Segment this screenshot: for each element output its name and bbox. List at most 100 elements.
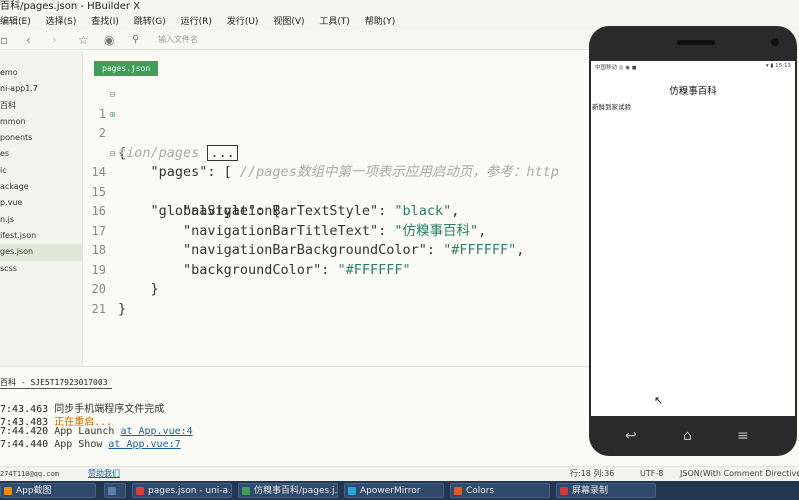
sidebar-item[interactable]: es xyxy=(0,146,82,162)
taskbar-item[interactable]: 屏幕录制 xyxy=(556,483,656,498)
menu-help[interactable]: 帮助(Y) xyxy=(365,14,396,30)
taskbar-item[interactable] xyxy=(104,483,126,498)
taskbar-item-label: ApowerMirror xyxy=(360,486,421,496)
menu-run[interactable]: 运行(R) xyxy=(181,14,212,30)
app-icon xyxy=(108,487,116,495)
run-icon[interactable]: ◉ xyxy=(104,32,114,48)
encoding-label[interactable]: UTF-8 xyxy=(640,467,663,481)
phone-nav-title: 仿糗事百科 xyxy=(669,86,717,97)
star-icon[interactable]: ☆ xyxy=(78,32,89,48)
app-icon xyxy=(348,487,356,495)
phone-menu-icon[interactable]: ≡ xyxy=(737,428,749,444)
phone-camera xyxy=(771,38,779,46)
sidebar-toggle-icon[interactable]: ▫ xyxy=(0,32,8,48)
menu-publish[interactable]: 发行(U) xyxy=(227,14,259,30)
taskbar-item[interactable]: ApowerMirror xyxy=(344,483,444,498)
project-sidebar: emo ni-app1.7 百科 mmon ponents es ic acka… xyxy=(0,51,83,366)
console-title-underline xyxy=(0,388,112,389)
code-editor[interactable]: pages.json 1 ⊟ { 2 ⊞ "pages": [ //pages数… xyxy=(84,51,594,366)
taskbar-item[interactable]: 仿糗事百科/pages.j... xyxy=(238,483,338,498)
sidebar-item[interactable]: ni-app1.7 xyxy=(0,81,82,97)
account-label[interactable]: 274T110@qq.com xyxy=(0,467,59,481)
editor-tab[interactable]: pages.json xyxy=(94,61,159,76)
phone-status-left: 中国移动 ◎ ◉ ◼ xyxy=(595,65,637,71)
phone-page-text: 新鲜到家试验 xyxy=(592,103,631,111)
window-title-bar: 百科/pages.json - HBuilder X xyxy=(0,0,799,14)
console-title[interactable]: 百科 - SJE5T17923017003 xyxy=(0,377,108,388)
fold-collapse-icon[interactable]: ⊟ xyxy=(110,85,115,105)
console-time: 7:44.420 xyxy=(0,426,49,437)
app-icon xyxy=(136,487,144,495)
mouse-cursor-icon: ↖ xyxy=(654,394,664,407)
console-line: 7:44.420 App Launch at App.vue:4 xyxy=(0,426,193,437)
phone-status-right: ▾ ▮ 15:13 xyxy=(765,63,791,69)
console-source-link[interactable]: at App.vue:7 xyxy=(108,439,180,450)
fold-expand-icon[interactable]: ⊞ xyxy=(110,105,115,125)
search-icon: ⚲ xyxy=(132,34,140,45)
sidebar-item[interactable]: scss xyxy=(0,261,82,277)
phone-speaker xyxy=(677,40,715,45)
console-panel: 百科 - SJE5T17923017003 7:43.463 同步手机端程序文件… xyxy=(0,366,594,466)
phone-back-icon[interactable]: ↩ xyxy=(625,428,637,444)
forward-icon[interactable]: › xyxy=(52,32,57,48)
code-line: 18 "backgroundColor": "#FFFFFF" xyxy=(84,222,594,278)
taskbar-item-label: Colors xyxy=(466,486,495,496)
sidebar-item[interactable]: ponents xyxy=(0,130,82,146)
status-bar: 274T110@qq.com 赞助我们 行:18 列:36 UTF-8 JSON… xyxy=(0,466,799,481)
sidebar-item[interactable]: emo xyxy=(0,65,82,81)
sidebar-item[interactable]: ic xyxy=(0,163,82,179)
menu-goto[interactable]: 跳转(G) xyxy=(134,14,166,30)
os-taskbar: App截图 pages.json - uni-a... 仿糗事百科/pages.… xyxy=(0,481,799,500)
menu-tools[interactable]: 工具(T) xyxy=(319,14,350,30)
phone-status-bar: 中国移动 ◎ ◉ ◼ ▾ ▮ 15:13 xyxy=(591,61,795,71)
console-source-link[interactable]: at App.vue:4 xyxy=(120,426,192,437)
console-message: App Launch xyxy=(54,426,121,437)
menu-view[interactable]: 视图(V) xyxy=(273,14,304,30)
window-title: 百科/pages.json - HBuilder X xyxy=(0,1,141,12)
back-icon[interactable]: ‹ xyxy=(26,32,31,48)
app-icon xyxy=(454,487,462,495)
syntax-mode-label[interactable]: JSON(With Comment Directive) xyxy=(680,467,799,481)
taskbar-item-label: 屏幕录制 xyxy=(572,486,609,496)
menu-find[interactable]: 查找(I) xyxy=(91,14,119,30)
screen-root: 百科/pages.json - HBuilder X 编辑(E) 选择(S) 查… xyxy=(0,0,799,500)
app-icon xyxy=(560,487,568,495)
console-message: App Show xyxy=(54,439,109,450)
sponsor-link[interactable]: 赞助我们 xyxy=(88,467,120,481)
code-line: 14 ⊟ "globalStyle": { xyxy=(84,144,594,220)
phone-home-icon[interactable]: ⌂ xyxy=(683,428,692,444)
taskbar-item-label: pages.json - uni-a... xyxy=(148,486,232,496)
app-icon xyxy=(242,487,250,495)
fold-collapse-icon[interactable]: ⊟ xyxy=(110,144,115,164)
taskbar-item-label: App截图 xyxy=(16,486,52,496)
code-line: tion/pages ... xyxy=(84,124,594,161)
phone-screen[interactable]: 中国移动 ◎ ◉ ◼ ▾ ▮ 15:13 仿糗事百科 新鲜到家试验 xyxy=(591,61,795,416)
console-time: 7:44.440 xyxy=(0,439,49,450)
sidebar-item[interactable]: n.js xyxy=(0,212,82,228)
code-line: 20 } xyxy=(84,261,594,317)
taskbar-item[interactable]: App截图 xyxy=(0,483,96,498)
console-line: 7:44.440 App Show at App.vue:7 xyxy=(0,439,181,450)
sidebar-item[interactable]: ackage xyxy=(0,179,82,195)
phone-mirror: 中国移动 ◎ ◉ ◼ ▾ ▮ 15:13 仿糗事百科 新鲜到家试验 ↖ ↩ ⌂ … xyxy=(589,26,797,456)
sidebar-item[interactable]: mmon xyxy=(0,114,82,130)
code-area[interactable]: 1 ⊟ { 2 ⊞ "pages": [ //pages数组中第一项表示应用启动… xyxy=(84,85,594,317)
taskbar-item[interactable]: Colors xyxy=(450,483,550,498)
code-line: 17 "navigationBarBackgroundColor": "#FFF… xyxy=(84,202,594,259)
app-icon xyxy=(4,487,12,495)
code-line: 15 "navigationBarTextStyle": "black", xyxy=(84,163,594,220)
code-line: 19 } xyxy=(84,241,594,298)
cursor-position[interactable]: 行:18 列:36 xyxy=(570,467,614,481)
code-line: 21 xyxy=(84,280,594,316)
sidebar-item[interactable]: ifest.json xyxy=(0,228,82,244)
menu-select[interactable]: 选择(S) xyxy=(46,14,77,30)
taskbar-item-label: 仿糗事百科/pages.j... xyxy=(254,486,338,496)
menu-edit[interactable]: 编辑(E) xyxy=(0,14,31,30)
taskbar-item[interactable]: pages.json - uni-a... xyxy=(132,483,232,498)
code-line: 2 ⊞ "pages": [ //pages数组中第一项表示应用启动页，参考：h… xyxy=(84,105,594,181)
line-number: 21 xyxy=(91,301,106,316)
file-search-input[interactable]: 输入文件名 xyxy=(158,34,198,45)
sidebar-item[interactable]: p.vue xyxy=(0,195,82,211)
sidebar-item[interactable]: 百科 xyxy=(0,98,82,114)
sidebar-item-active[interactable]: ges.json xyxy=(0,244,82,261)
